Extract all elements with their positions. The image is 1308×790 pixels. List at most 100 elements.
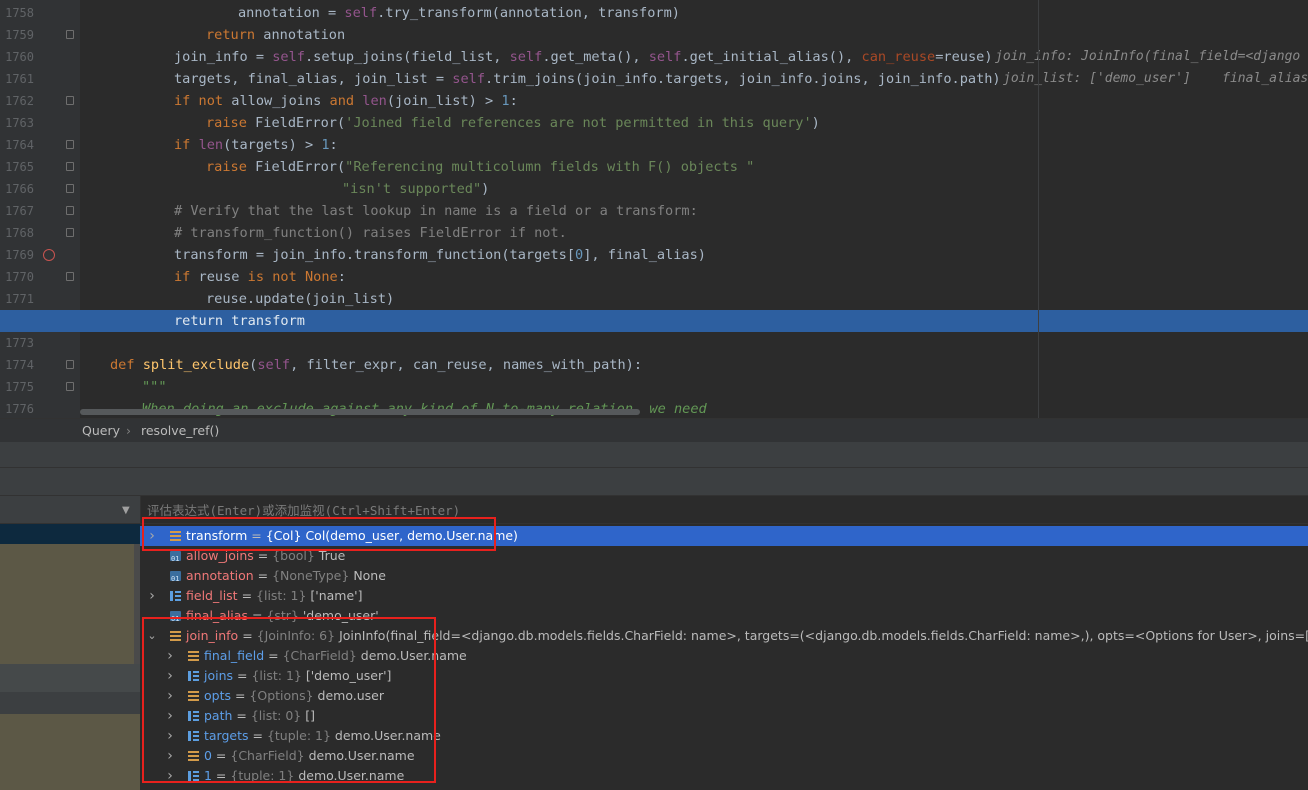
variable-row[interactable]: › 1 = {tuple: 1} demo.User.name xyxy=(140,766,1308,786)
variable-row[interactable]: › final_field = {CharField} demo.User.nam… xyxy=(140,646,1308,666)
variable-name: targets xyxy=(204,728,249,743)
code-text: annotation = self.try_transform(annotati… xyxy=(238,5,680,21)
horizontal-scrollbar[interactable] xyxy=(80,409,640,415)
list-icon xyxy=(188,771,199,781)
code-text: # Verify that the last lookup in name is… xyxy=(174,203,698,219)
equals-sign: = xyxy=(237,588,257,603)
inline-debug-value: join_list: ['demo_user'] final_alias xyxy=(1003,71,1308,86)
variable-text: targets = {tuple: 1} demo.User.name xyxy=(204,726,441,746)
equals-sign: = xyxy=(211,768,231,783)
code-line[interactable]: if reuse is not None: xyxy=(0,266,1308,288)
equals-sign: = xyxy=(247,528,266,543)
variable-row[interactable]: › targets = {tuple: 1} demo.User.name xyxy=(140,726,1308,746)
code-line[interactable]: annotation = self.try_transform(annotati… xyxy=(0,2,1308,24)
variable-type: {bool} xyxy=(272,548,315,563)
variable-name: transform xyxy=(186,528,248,543)
code-line[interactable]: return annotation xyxy=(0,24,1308,46)
frames-panel[interactable]: ▼ xyxy=(0,496,140,790)
chevron-down-icon[interactable]: ▼ xyxy=(122,505,130,516)
code-line[interactable] xyxy=(0,332,1308,354)
code-line[interactable]: reuse.update(join_list) xyxy=(0,288,1308,310)
chevron-right-icon[interactable]: › xyxy=(164,706,176,726)
equals-sign: = xyxy=(247,608,267,623)
variable-row[interactable]: › opts = {Options} demo.user xyxy=(140,686,1308,706)
variable-value: demo.User.name xyxy=(360,648,467,663)
code-line[interactable]: "isn't supported") xyxy=(0,178,1308,200)
chevron-right-icon[interactable]: › xyxy=(164,726,176,746)
variable-text: 1 = {tuple: 1} demo.User.name xyxy=(204,766,404,786)
frame-list-library-frames[interactable] xyxy=(0,544,134,664)
equals-sign: = xyxy=(233,668,252,683)
code-line[interactable]: transform = join_info.transform_function… xyxy=(0,244,1308,266)
evaluate-expression-bar xyxy=(140,496,1308,524)
code-text: return transform xyxy=(174,313,305,329)
breadcrumb-method[interactable]: resolve_ref() xyxy=(141,419,219,443)
variable-type: {Options} xyxy=(249,688,314,703)
variable-name: opts xyxy=(204,688,231,703)
variable-text: path = {list: 0} [] xyxy=(204,706,315,726)
variable-text: opts = {Options} demo.user xyxy=(204,686,384,706)
equals-sign: = xyxy=(253,568,273,583)
variable-row[interactable]: › joins = {list: 1} ['demo_user'] xyxy=(140,666,1308,686)
code-line-current[interactable]: return transform xyxy=(0,310,1308,332)
code-text: return annotation xyxy=(206,27,346,43)
code-line[interactable]: raise FieldError('Joined field reference… xyxy=(0,112,1308,134)
equals-sign: = xyxy=(231,688,250,703)
chevron-right-icon[interactable]: › xyxy=(146,586,158,606)
variable-row[interactable]: final_alias = {str} 'demo_user' xyxy=(140,606,1308,629)
code-line[interactable]: targets, final_alias, join_list = self.t… xyxy=(0,68,1308,90)
variable-text: final_field = {CharField} demo.User.name xyxy=(204,646,467,666)
chevron-right-icon[interactable]: › xyxy=(164,746,176,766)
code-line[interactable]: if len(targets) > 1: xyxy=(0,134,1308,156)
breadcrumb-separator: › xyxy=(126,423,131,438)
chevron-right-icon[interactable]: › xyxy=(146,526,158,546)
variable-name: path xyxy=(204,708,233,723)
object-icon xyxy=(188,691,199,701)
chevron-right-icon[interactable]: › xyxy=(164,686,176,706)
variable-name: joins xyxy=(204,668,234,683)
frame-list-library-frames-lower[interactable] xyxy=(0,714,140,790)
variable-value: ['demo_user'] xyxy=(305,668,392,683)
code-text: reuse.update(join_list) xyxy=(206,291,395,307)
variable-type: {NoneType} xyxy=(272,568,350,583)
right-margin-guide xyxy=(1038,0,1039,418)
code-line[interactable]: """ xyxy=(0,376,1308,398)
code-text: raise FieldError('Joined field reference… xyxy=(206,115,820,131)
variable-row[interactable]: ⌄ join_info = {JoinInfo: 6} JoinInfo(fina… xyxy=(140,626,1308,646)
code-line[interactable]: if not allow_joins and len(join_list) > … xyxy=(0,90,1308,112)
variable-name: final_field xyxy=(204,648,265,663)
code-line[interactable]: def split_exclude(self, filter_expr, can… xyxy=(0,354,1308,376)
code-text: if len(targets) > 1: xyxy=(174,137,338,153)
variable-row[interactable]: › field_list = {list: 1} ['name'] xyxy=(140,586,1308,606)
thread-selector[interactable]: ▼ xyxy=(0,496,140,524)
code-line[interactable]: # transform_function() raises FieldError… xyxy=(0,222,1308,244)
evaluate-expression-input[interactable] xyxy=(147,500,1047,520)
chevron-down-icon[interactable]: ⌄ xyxy=(146,626,158,646)
breadcrumb-class[interactable]: Query xyxy=(82,419,120,443)
code-line[interactable]: # Verify that the last lookup in name is… xyxy=(0,200,1308,222)
variable-value: Col(demo_user, demo.User.name) xyxy=(305,528,518,543)
variable-type: {tuple: 1} xyxy=(266,728,331,743)
variable-value: JoinInfo(final_field=<django.db.models.f… xyxy=(339,628,1308,643)
code-line[interactable]: join_info = self.setup_joins(field_list,… xyxy=(0,46,1308,68)
variables-panel[interactable]: › transform = {Col} Col(demo_user, demo.U… xyxy=(140,496,1308,790)
chevron-right-icon[interactable]: › xyxy=(164,646,176,666)
variable-row[interactable]: › path = {list: 0} [] xyxy=(140,706,1308,726)
code-editor[interactable]: 1758 1759 1760 1761 1762 1763 1764 1765 1766 1767… xyxy=(0,0,1308,418)
frame-item[interactable] xyxy=(0,664,140,692)
equals-sign: = xyxy=(264,648,283,663)
code-line[interactable]: raise FieldError("Referencing multicolum… xyxy=(0,156,1308,178)
variable-row[interactable]: annotation = {NoneType} None xyxy=(140,566,1308,589)
frame-item-selected[interactable] xyxy=(0,524,140,544)
chevron-right-icon[interactable]: › xyxy=(164,766,176,786)
variable-value: [] xyxy=(305,708,315,723)
chevron-right-icon[interactable]: › xyxy=(164,666,176,686)
variable-type: {CharField} xyxy=(230,748,305,763)
variable-row[interactable]: allow_joins = {bool} True xyxy=(140,546,1308,569)
variable-row-selected[interactable]: › transform = {Col} Col(demo_user, demo.U… xyxy=(140,526,1308,546)
variable-text: transform = {Col} Col(demo_user, demo.Us… xyxy=(186,526,518,546)
code-line[interactable]: When doing an exclude against any kind o… xyxy=(0,398,1308,418)
variable-text: joins = {list: 1} ['demo_user'] xyxy=(204,666,391,686)
variable-name: 1 xyxy=(204,768,212,783)
variable-row[interactable]: › 0 = {CharField} demo.User.name xyxy=(140,746,1308,766)
